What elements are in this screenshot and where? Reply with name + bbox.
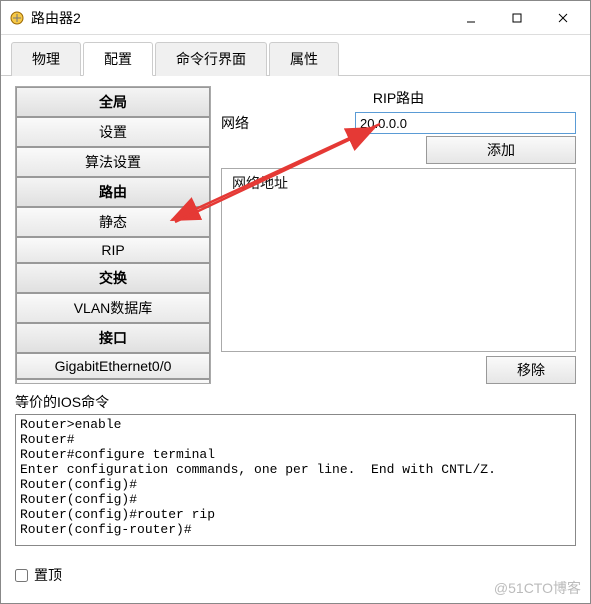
ios-console[interactable] (15, 414, 576, 546)
listbox-header: 网络地址 (232, 173, 565, 193)
maximize-button[interactable] (494, 3, 540, 33)
sidebar-item-gig01[interactable]: GigabitEthernet0/1 (16, 379, 210, 383)
network-listbox[interactable]: 网络地址 (221, 168, 576, 352)
sidebar-header-interface: 接口 (16, 323, 210, 353)
sidebar-item-settings[interactable]: 设置 (16, 117, 210, 147)
sidebar-item-algorithm[interactable]: 算法设置 (16, 147, 210, 177)
titlebar: 路由器2 (1, 1, 590, 35)
tab-config[interactable]: 配置 (83, 42, 153, 76)
sidebar-header-switching: 交换 (16, 263, 210, 293)
tab-bar: 物理 配置 命令行界面 属性 (1, 35, 590, 76)
rip-title: RIP路由 (221, 88, 576, 108)
rip-panel: RIP路由 网络 添加 网络地址 移除 (221, 86, 576, 384)
project-checkbox[interactable] (15, 569, 28, 582)
tab-attributes[interactable]: 属性 (269, 42, 339, 76)
sidebar-header-global: 全局 (16, 87, 210, 117)
sidebar-item-static[interactable]: 静态 (16, 207, 210, 237)
minimize-button[interactable] (448, 3, 494, 33)
sidebar-item-rip[interactable]: RIP (16, 237, 210, 263)
sidebar-header-routing: 路由 (16, 177, 210, 207)
tab-cli[interactable]: 命令行界面 (155, 42, 267, 76)
ios-label: 等价的IOS命令 (15, 392, 576, 412)
project-label: 置顶 (34, 565, 62, 585)
tab-physical[interactable]: 物理 (11, 42, 81, 76)
router-icon (9, 10, 25, 26)
network-input[interactable] (355, 112, 576, 134)
network-label: 网络 (221, 113, 351, 133)
add-button[interactable]: 添加 (426, 136, 576, 164)
sidebar-item-gig00[interactable]: GigabitEthernet0/0 (16, 353, 210, 379)
sidebar-item-vlandb[interactable]: VLAN数据库 (16, 293, 210, 323)
sidebar: 全局 设置 算法设置 路由 静态 RIP 交换 VLAN数据库 接口 Gigab… (15, 86, 211, 384)
remove-button[interactable]: 移除 (486, 356, 576, 384)
close-button[interactable] (540, 3, 586, 33)
window-title: 路由器2 (31, 8, 448, 28)
